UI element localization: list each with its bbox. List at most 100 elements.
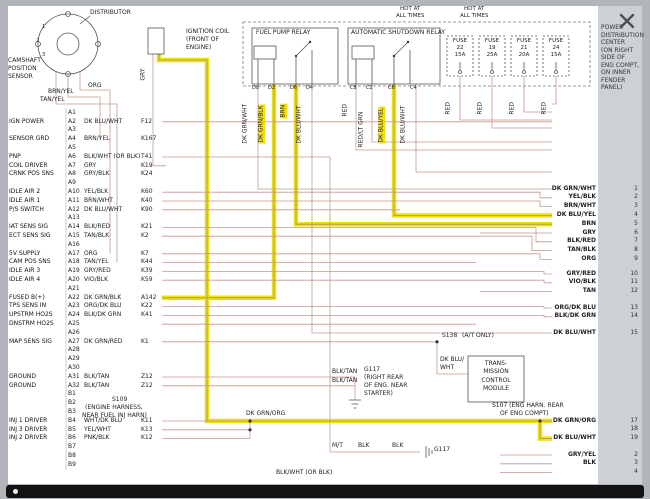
pcm-pin-id: A22 bbox=[68, 295, 80, 302]
circuit-id: T41 bbox=[141, 154, 152, 161]
wire-color-label: TAN/BLK bbox=[84, 233, 109, 240]
wire-color-label: BLK bbox=[392, 443, 403, 450]
wire-color-label: ORG bbox=[84, 251, 98, 258]
pcm-pin-id: A27 bbox=[68, 339, 80, 346]
wire-color-label: TAN/BLK bbox=[500, 247, 596, 254]
wire-color-label: GRY/RED bbox=[500, 271, 596, 278]
pcm-pin-id: A14 bbox=[68, 224, 80, 231]
pcm-function-label: GROUND bbox=[9, 383, 36, 390]
pcm-function-label: TPS SENS IN bbox=[9, 303, 46, 310]
pcm-pin-id: A26 bbox=[68, 330, 80, 337]
wire-color-label: YEL/WHT bbox=[84, 427, 111, 434]
pcm-pin-id: A25 bbox=[68, 321, 80, 328]
wire-color-label: GRY bbox=[84, 163, 96, 170]
pcm-pin-id: A5 bbox=[68, 145, 76, 152]
connector-pin-number: 17 bbox=[624, 418, 638, 425]
wire-color-label: DK BLU/WHT bbox=[500, 435, 596, 442]
wire-color-label: BLK/TAN bbox=[84, 383, 109, 390]
distributor-terminal: 2 bbox=[36, 39, 39, 45]
distributor-terminal: 1 bbox=[42, 25, 45, 31]
pcm-pin-id: B9 bbox=[68, 462, 76, 469]
pcm-pin-id: A12 bbox=[68, 207, 80, 214]
pcm-function-label: MAP SENS SIG bbox=[9, 339, 52, 346]
circuit-id: K44 bbox=[141, 259, 153, 266]
circuit-id: Z12 bbox=[141, 383, 153, 390]
wire-color-label: DK BLU/YEL bbox=[500, 212, 596, 219]
pcm-function-label: IGN POWER bbox=[9, 119, 44, 126]
wire-color-label: ORG/DK BLU bbox=[84, 303, 122, 310]
wire-color-label: BLK/RED bbox=[84, 224, 110, 231]
circuit-id: K90 bbox=[141, 207, 153, 214]
status-dot bbox=[13, 489, 18, 494]
wire-color-label: GRY/RED bbox=[84, 268, 111, 275]
wire-color-label: BRN/WHT bbox=[500, 203, 596, 210]
circuit-id: K41 bbox=[141, 312, 153, 319]
pcm-pin-id: A28 bbox=[68, 347, 80, 354]
close-button[interactable] bbox=[616, 10, 638, 32]
wire-color-label: BRN bbox=[500, 221, 596, 228]
wire-color-label: BLK bbox=[500, 460, 596, 467]
wire-color-label: BRN/WHT bbox=[84, 198, 113, 205]
diagram-label: ALL TIMES bbox=[460, 13, 488, 19]
circuit-id: K59 bbox=[141, 277, 153, 284]
pcm-pin-id: B1 bbox=[68, 391, 76, 398]
pcm-pin-id: A21 bbox=[68, 286, 80, 293]
wire-color-label: DK GRN/ORG bbox=[500, 418, 596, 425]
pcm-pin-id: A8 bbox=[68, 171, 76, 178]
connector-pin-number: 9 bbox=[624, 256, 638, 263]
pcm-function-label: IDLE AIR 2 bbox=[9, 189, 40, 196]
pcm-pin-id: A31 bbox=[68, 374, 80, 381]
pcm-pin-id: A30 bbox=[68, 365, 80, 372]
relay-pin-label: C2 bbox=[366, 86, 373, 92]
wire-color-label: VIO/BLK bbox=[84, 277, 108, 284]
ground-label: G117 bbox=[364, 367, 380, 374]
pcm-function-label: INJ 2 DRIVER bbox=[9, 435, 47, 442]
circuit-id: Z12 bbox=[141, 374, 153, 381]
wire-color-label: DK BLU/YEL bbox=[378, 107, 385, 144]
circuit-id: K24 bbox=[141, 171, 153, 178]
pcm-function-label: INJ 3 DRIVER bbox=[9, 427, 47, 434]
wire-color-label: DK BLU/ bbox=[440, 357, 464, 364]
pcm-pin-id: A9 bbox=[68, 180, 76, 187]
wire-color-label: DK GRN/WHT bbox=[242, 104, 249, 144]
pcm-pin-id: A10 bbox=[68, 189, 80, 196]
pcm-pin-id: A4 bbox=[68, 136, 76, 143]
wire-color-label: GRY bbox=[500, 230, 596, 237]
connector-pin-number: 3 bbox=[624, 203, 638, 210]
pcm-pin-id: A24 bbox=[68, 312, 80, 319]
wire-color-label: DK GRN/BLK bbox=[84, 295, 121, 302]
pcm-function-label: GROUND bbox=[9, 374, 36, 381]
wire-color-label: BRN/YEL bbox=[48, 89, 74, 96]
circuit-id: K22 bbox=[141, 303, 153, 310]
ground-label: G117 bbox=[434, 447, 450, 454]
diagram-label: OF ENG COMPT) bbox=[500, 411, 549, 418]
wire-color-label: DK GRN/ORG bbox=[246, 411, 285, 418]
pcm-function-label: SENSOR GRD bbox=[9, 136, 49, 143]
wiring-diagram-viewer: DISTRIBUTOR CAMSHAFT POSITION SENSOR IGN… bbox=[0, 0, 650, 499]
circuit-id: K1 bbox=[141, 339, 149, 346]
wire-color-label: ORG bbox=[88, 83, 102, 90]
pcm-function-label: FUSED B(+) bbox=[9, 295, 45, 302]
pcm-function-label: INJ 1 DRIVER bbox=[9, 418, 47, 425]
connector-pin-number: 11 bbox=[624, 279, 638, 286]
diagram-label: (RIGHT REAR bbox=[364, 375, 403, 382]
wire-color-label: YEL/BLK bbox=[84, 189, 108, 196]
wire-color-label: DK BLU/WHT bbox=[84, 119, 122, 126]
relay-pin-label: D4 bbox=[306, 86, 313, 92]
wire-color-label: BLK/WHT (OR BLK) bbox=[84, 154, 140, 161]
pcm-function-label: COIL DRIVER bbox=[9, 163, 48, 170]
splice-label: S138 bbox=[442, 333, 457, 340]
connector-pin-number: 5 bbox=[624, 221, 638, 228]
wire-color-label: WHT bbox=[440, 365, 454, 372]
circuit-id: K12 bbox=[141, 435, 153, 442]
pcm-function-label: 5V SUPPLY bbox=[9, 251, 40, 258]
pcm-function-label: IDLE AIR 4 bbox=[9, 277, 40, 284]
diagram-label: STARTER) bbox=[364, 391, 393, 398]
relay-pin-label: C4 bbox=[410, 86, 417, 92]
diagram-label: ALL TIMES bbox=[396, 13, 424, 19]
pcm-pin-id: B6 bbox=[68, 435, 76, 442]
pcm-function-label: IAT SENS SIG bbox=[9, 224, 48, 231]
pcm-pin-id: A19 bbox=[68, 268, 80, 275]
pcm-function-label: IDLE AIR 3 bbox=[9, 268, 40, 275]
pcm-function-label: UPSTRM HO2S bbox=[9, 312, 53, 319]
